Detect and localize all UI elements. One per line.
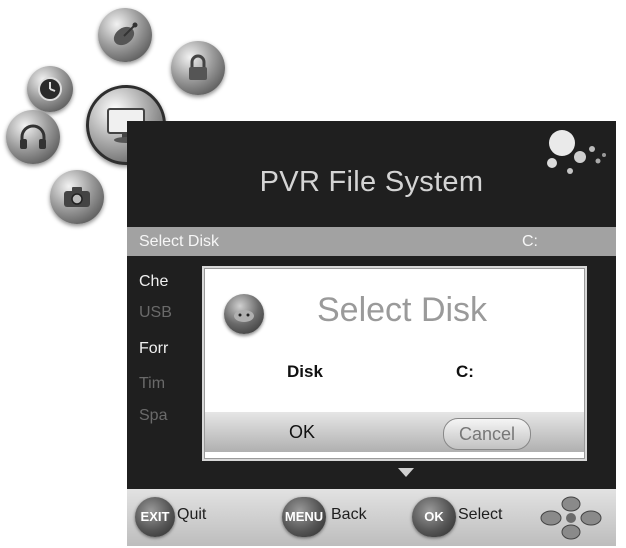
- lock-icon[interactable]: [171, 41, 225, 95]
- dialog-title: Select Disk: [317, 291, 488, 329]
- ok-button[interactable]: OK: [289, 422, 315, 443]
- menu-key-label: Back: [331, 506, 367, 523]
- clock-icon[interactable]: [27, 66, 73, 112]
- menu-item-value: C:: [522, 233, 538, 250]
- menu-item-label: USB: [139, 304, 172, 321]
- bottom-key-bar: EXIT Quit MENU Back OK Select: [127, 489, 616, 546]
- ok-key-button[interactable]: OK: [412, 497, 456, 537]
- dialog-button-bar: OK Cancel: [205, 412, 584, 452]
- menu-item-label: Forr: [139, 340, 169, 357]
- satellite-icon[interactable]: [98, 8, 152, 62]
- ok-key-label: Select: [458, 506, 503, 523]
- menu-item-select-disk[interactable]: Select Disk C:: [127, 227, 616, 256]
- select-disk-dialog: Select Disk Disk C: OK Cancel: [204, 268, 585, 459]
- headphones-icon[interactable]: [6, 110, 60, 164]
- disk-field-label: Disk: [287, 362, 323, 381]
- menu-item-label: Che: [139, 273, 169, 290]
- disk-field-value[interactable]: C:: [456, 362, 474, 382]
- menu-item-label: Spa: [139, 407, 168, 424]
- cancel-button[interactable]: Cancel: [443, 418, 531, 450]
- disk-icon: [224, 294, 264, 334]
- exit-key-label: Quit: [177, 506, 207, 523]
- page-title: PVR File System: [259, 166, 484, 198]
- menu-item-label: Tim: [139, 375, 166, 392]
- exit-key-button[interactable]: EXIT: [135, 497, 175, 537]
- menu-key-button[interactable]: MENU: [282, 497, 326, 537]
- navigation-pad-icon: [540, 496, 602, 540]
- camera-icon[interactable]: [50, 170, 104, 224]
- scroll-down-arrow-icon[interactable]: [398, 468, 414, 477]
- menu-item-label: Select Disk: [139, 233, 220, 250]
